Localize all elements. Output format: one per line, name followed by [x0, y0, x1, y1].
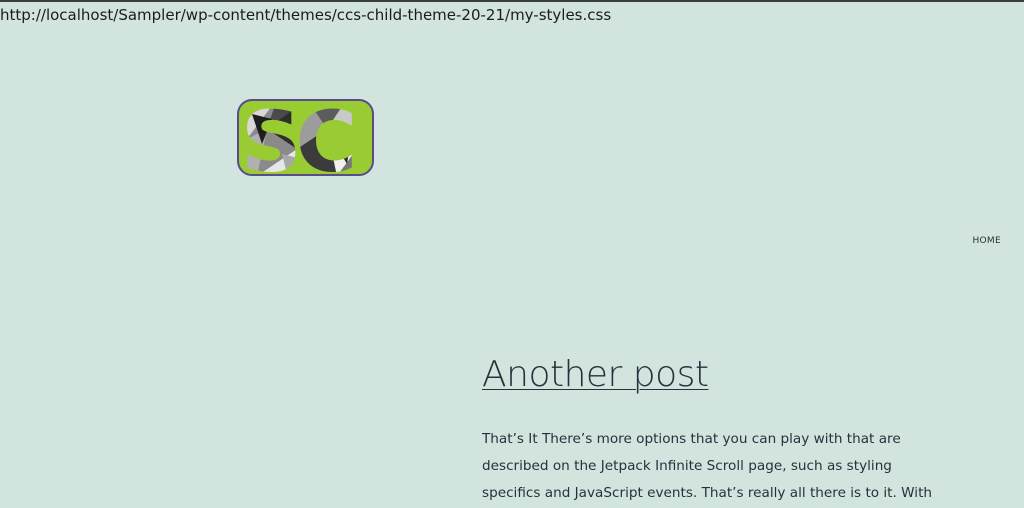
status-url-text: http://localhost/Sampler/wp-content/them… — [0, 6, 612, 24]
post-title: Another post — [482, 352, 709, 398]
post-excerpt: That’s It There’s more options that you … — [482, 431, 933, 501]
post-title-link[interactable]: Another post — [482, 354, 709, 395]
site-logo-link[interactable]: SC — [237, 99, 374, 176]
window-top-border — [0, 0, 1024, 2]
primary-navigation: HOME — [972, 228, 1001, 247]
nav-home-link[interactable]: HOME — [972, 236, 1001, 246]
sc-logo-icon: SC — [237, 99, 374, 176]
